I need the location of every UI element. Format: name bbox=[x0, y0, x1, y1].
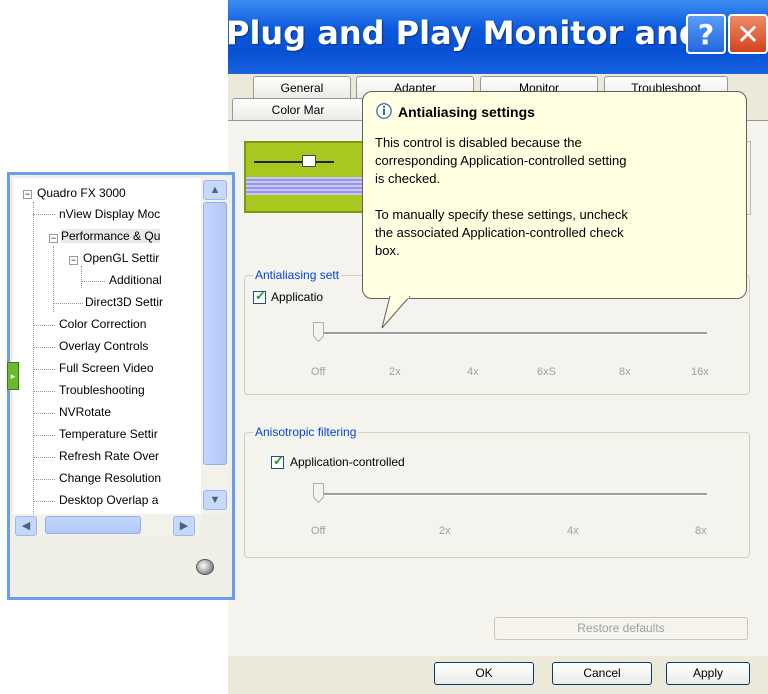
tree-vertical-scrollbar[interactable]: ▲ ▼ bbox=[201, 178, 229, 514]
aa-tick-4x: 4x bbox=[467, 366, 479, 378]
tree-line bbox=[33, 214, 55, 215]
anisotropic-slider-thumb[interactable] bbox=[313, 483, 324, 503]
tree-item-temperature[interactable]: Temperature Settir bbox=[59, 427, 158, 441]
af-tick-4x: 4x bbox=[567, 525, 579, 537]
preview-slider-line bbox=[254, 161, 334, 163]
scroll-left-icon[interactable]: ◀ bbox=[15, 516, 37, 536]
preview-band bbox=[246, 177, 366, 195]
nvidia-bubble-icon[interactable] bbox=[196, 559, 214, 575]
preview-image bbox=[244, 141, 368, 213]
antialiasing-tooltip: ⓘ Antialiasing settings This control is … bbox=[362, 91, 747, 299]
tree-line bbox=[33, 391, 55, 392]
tree-line bbox=[81, 281, 105, 282]
tree-line bbox=[33, 435, 55, 436]
tree-line bbox=[33, 457, 55, 458]
tree-line bbox=[33, 479, 55, 480]
aa-tick-8x: 8x bbox=[619, 366, 631, 378]
tree-item-additional[interactable]: Additional bbox=[109, 273, 162, 287]
tooltip-title: Antialiasing settings bbox=[398, 104, 535, 120]
tab-general[interactable]: General bbox=[253, 76, 351, 98]
check-mark-icon: ✓ bbox=[273, 453, 284, 468]
tree-line bbox=[81, 266, 82, 288]
info-icon: ⓘ bbox=[375, 104, 392, 121]
vertical-scroll-thumb[interactable] bbox=[203, 202, 227, 465]
window-title: Plug and Play Monitor and ... bbox=[226, 14, 750, 52]
tree-item-nview[interactable]: nView Display Moc bbox=[59, 207, 160, 221]
collapse-icon[interactable]: − bbox=[49, 234, 58, 243]
aa-tick-6xs: 6xS bbox=[537, 366, 556, 378]
tooltip-line: This control is disabled because the bbox=[375, 135, 582, 150]
antialiasing-slider-thumb[interactable] bbox=[313, 322, 324, 342]
preview-slider-knob bbox=[302, 155, 316, 167]
tree-line bbox=[33, 501, 55, 502]
scroll-down-icon[interactable]: ▼ bbox=[203, 490, 227, 510]
tree-item-change-resolution[interactable]: Change Resolution bbox=[59, 471, 161, 485]
tooltip-line: is checked. bbox=[375, 171, 441, 186]
ok-button[interactable]: OK bbox=[434, 662, 534, 685]
af-tick-off: Off bbox=[311, 525, 326, 537]
tree-item-quadro[interactable]: Quadro FX 3000 bbox=[37, 186, 126, 200]
scroll-right-icon[interactable]: ▶ bbox=[173, 516, 195, 536]
tree-item-performance[interactable]: Performance & Qu bbox=[61, 229, 161, 243]
antialiasing-slider-track bbox=[313, 332, 707, 335]
tooltip-line: corresponding Application-controlled set… bbox=[375, 153, 627, 168]
anisotropic-group: Anisotropic filtering ✓ Application-cont… bbox=[244, 425, 750, 558]
tree-line bbox=[33, 202, 34, 514]
tree-item-opengl[interactable]: OpenGL Settir bbox=[83, 251, 159, 265]
anisotropic-slider-track bbox=[313, 493, 707, 496]
af-tick-8x: 8x bbox=[695, 525, 707, 537]
tree-item-troubleshooting[interactable]: Troubleshooting bbox=[59, 383, 145, 397]
expand-panel-icon[interactable]: ▸ bbox=[7, 362, 19, 390]
tree-horizontal-scrollbar[interactable]: ◀ ▶ bbox=[13, 514, 201, 536]
tree-line bbox=[33, 325, 55, 326]
scroll-up-icon[interactable]: ▲ bbox=[203, 180, 227, 200]
tree-item-desktop-overlap[interactable]: Desktop Overlap a bbox=[59, 493, 158, 507]
check-mark-icon: ✓ bbox=[255, 288, 266, 303]
close-button[interactable]: ✕ bbox=[728, 14, 768, 54]
antialiasing-app-controlled-checkbox[interactable]: ✓ bbox=[253, 288, 266, 304]
title-bar[interactable]: Plug and Play Monitor and ... ? ✕ bbox=[226, 0, 768, 74]
tree-line bbox=[33, 347, 55, 348]
help-button[interactable]: ? bbox=[686, 14, 726, 54]
tree-item-refresh-rate[interactable]: Refresh Rate Over bbox=[59, 449, 159, 463]
antialiasing-legend: Antialiasing sett bbox=[253, 268, 342, 282]
collapse-icon[interactable]: − bbox=[23, 190, 32, 199]
tree-window: − Quadro FX 3000 nView Display Moc − Per… bbox=[7, 172, 235, 600]
tree-item-nvrotate[interactable]: NVRotate bbox=[59, 405, 111, 419]
af-tick-2x: 2x bbox=[439, 525, 451, 537]
tree-item-color-correction[interactable]: Color Correction bbox=[59, 317, 146, 331]
cancel-button[interactable]: Cancel bbox=[552, 662, 652, 685]
tooltip-line: To manually specify these settings, unch… bbox=[375, 207, 628, 222]
anisotropic-legend: Anisotropic filtering bbox=[253, 425, 359, 439]
tree-item-direct3d[interactable]: Direct3D Settir bbox=[85, 295, 163, 309]
tree-line bbox=[33, 369, 55, 370]
tooltip-line: the associated Application-controlled ch… bbox=[375, 225, 624, 240]
horizontal-scroll-thumb[interactable] bbox=[45, 516, 141, 534]
aa-tick-16x: 16x bbox=[691, 366, 709, 378]
aa-tick-2x: 2x bbox=[389, 366, 401, 378]
anisotropic-app-controlled-checkbox[interactable]: ✓ bbox=[271, 453, 284, 469]
tree-line bbox=[33, 413, 55, 414]
settings-tree: − Quadro FX 3000 nView Display Moc − Per… bbox=[13, 178, 201, 514]
apply-button[interactable]: Apply bbox=[666, 662, 750, 685]
restore-defaults-button[interactable]: Restore defaults bbox=[494, 617, 748, 640]
tooltip-pointer bbox=[381, 296, 411, 329]
collapse-icon[interactable]: − bbox=[69, 256, 78, 265]
tree-line bbox=[53, 303, 83, 304]
tab-color-management[interactable]: Color Mar bbox=[232, 98, 364, 120]
aa-tick-off: Off bbox=[311, 366, 326, 378]
anisotropic-app-controlled-label: Application-controlled bbox=[290, 455, 405, 469]
tree-item-overlay-controls[interactable]: Overlay Controls bbox=[59, 339, 148, 353]
tree-item-full-screen-video[interactable]: Full Screen Video bbox=[59, 361, 154, 375]
antialiasing-app-controlled-label: Applicatio bbox=[271, 290, 324, 304]
tooltip-line: box. bbox=[375, 243, 400, 258]
